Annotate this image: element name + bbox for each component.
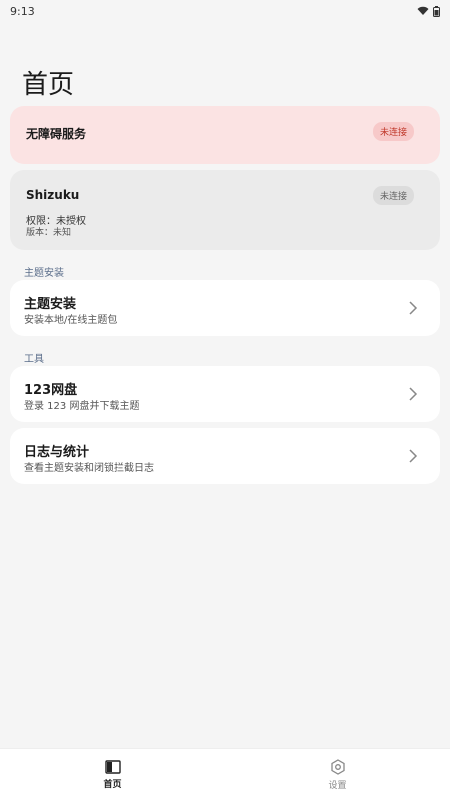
- shizuku-card[interactable]: Shizuku 未连接 权限：未授权 版本：未知: [10, 170, 440, 250]
- item-title: 主题安装: [24, 297, 77, 312]
- section-label-theme-install: 主题安装: [24, 268, 64, 279]
- pan123-item[interactable]: 123网盘 登录 123 网盘并下载主题: [10, 366, 440, 422]
- item-subtitle: 安装本地/在线主题包: [24, 315, 118, 326]
- status-bar: 9:13: [0, 0, 450, 22]
- gear-icon: [330, 758, 345, 775]
- shizuku-title: Shizuku: [26, 188, 80, 202]
- status-badge: 未连接: [372, 186, 414, 205]
- theme-install-item[interactable]: 主题安装 安装本地/在线主题包: [10, 280, 440, 336]
- chevron-right-icon: [409, 449, 418, 463]
- logs-stats-item[interactable]: 日志与统计 查看主题安装和闭锁拦截日志: [10, 428, 440, 484]
- item-subtitle: 登录 123 网盘并下载主题: [24, 401, 140, 412]
- page-title: 首页: [22, 70, 75, 100]
- accessibility-service-title: 无障碍服务: [26, 127, 87, 141]
- chevron-right-icon: [409, 387, 418, 401]
- battery-icon: [433, 5, 440, 17]
- item-subtitle: 查看主题安装和闭锁拦截日志: [24, 463, 154, 474]
- nav-label: 首页: [103, 779, 122, 790]
- status-time: 9:13: [10, 4, 35, 18]
- nav-settings[interactable]: 设置: [225, 749, 450, 800]
- nav-home[interactable]: 首页: [0, 749, 225, 800]
- bottom-nav: 首页 设置: [0, 748, 450, 800]
- chevron-right-icon: [409, 301, 418, 315]
- accessibility-service-card[interactable]: 无障碍服务 未连接: [10, 106, 440, 164]
- status-badge: 未连接: [372, 122, 414, 141]
- status-icons: [417, 5, 440, 17]
- item-title: 日志与统计: [24, 445, 90, 460]
- nav-label: 设置: [328, 780, 347, 791]
- shizuku-version: 版本：未知: [26, 228, 72, 238]
- item-title: 123网盘: [24, 383, 78, 398]
- book-icon: [104, 759, 121, 774]
- section-label-tools: 工具: [24, 354, 44, 365]
- wifi-icon: [417, 6, 429, 15]
